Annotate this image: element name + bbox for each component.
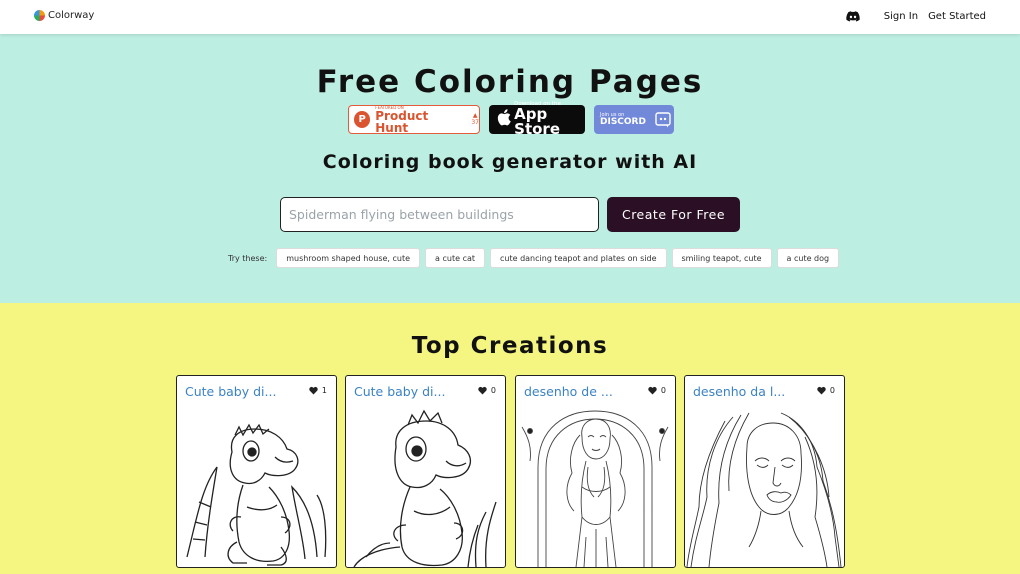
suggestions-row: Try these: mushroom shaped house, cute a… (228, 248, 840, 268)
card-title[interactable]: Cute baby di... (185, 384, 276, 399)
page-title: Free Coloring Pages (316, 64, 704, 100)
coloring-page-image (521, 410, 669, 567)
top-creations-section: Top Creations Cute baby di... 1 Cute bab… (0, 303, 1020, 574)
suggestion-chip[interactable]: a cute dog (776, 248, 840, 268)
discord-big: DISCORD (600, 116, 646, 127)
suggestion-chip[interactable]: cute dancing teapot and plates on side (490, 248, 667, 268)
product-hunt-votes: 37 (471, 118, 479, 126)
card-title[interactable]: desenho de ... (524, 384, 613, 399)
card-likes[interactable]: 1 (309, 386, 327, 395)
product-hunt-big: Product Hunt (375, 108, 429, 135)
sign-in-link[interactable]: Sign In (884, 11, 918, 22)
card-title[interactable]: Cute baby di... (354, 384, 445, 399)
app-store-big: App Store (514, 105, 561, 139)
badge-row: P FEATURED ON Product Hunt ▲ 37 Download… (348, 101, 674, 139)
suggestion-chip[interactable]: smiling teapot, cute (671, 248, 772, 268)
like-count: 0 (660, 386, 666, 395)
heart-icon[interactable] (817, 386, 826, 395)
creation-card[interactable]: Cute baby di... 0 (345, 375, 506, 568)
product-hunt-badge[interactable]: P FEATURED ON Product Hunt ▲ 37 (348, 105, 480, 134)
brand[interactable]: Colorway (34, 10, 94, 21)
section-title: Top Creations (411, 333, 609, 359)
hero-section: Free Coloring Pages P FEATURED ON Produc… (0, 34, 1020, 303)
hero-subtitle: Coloring book generator with AI (322, 151, 698, 173)
suggestion-chip[interactable]: mushroom shaped house, cute (276, 248, 421, 268)
brand-name: Colorway (48, 10, 95, 21)
like-count: 0 (829, 386, 835, 395)
creation-card[interactable]: desenho de ... 0 (515, 375, 676, 568)
apple-icon (496, 108, 511, 131)
like-count: 1 (321, 386, 327, 395)
card-likes[interactable]: 0 (648, 386, 666, 395)
discord-badge[interactable]: Join us on DISCORD (594, 105, 674, 134)
creation-card[interactable]: desenho da l... 0 (684, 375, 845, 568)
heart-icon[interactable] (309, 386, 318, 395)
suggestion-chip[interactable]: a cute cat (425, 248, 485, 268)
nav-right: Sign In Get Started (846, 9, 986, 23)
create-for-free-button[interactable]: Create For Free (607, 197, 740, 232)
get-started-link[interactable]: Get Started (928, 11, 986, 22)
card-title[interactable]: desenho da l... (693, 384, 785, 399)
discord-icon[interactable] (846, 9, 860, 23)
like-count: 0 (490, 386, 496, 395)
coloring-page-image (686, 412, 842, 567)
card-likes[interactable]: 0 (478, 386, 496, 395)
coloring-page-image (186, 423, 327, 566)
top-nav: Colorway Sign In Get Started (0, 0, 1020, 34)
discord-badge-icon (655, 111, 671, 128)
app-store-badge[interactable]: Download on the App Store (489, 101, 585, 139)
product-hunt-icon: P (354, 111, 371, 128)
prompt-input[interactable] (280, 197, 599, 232)
heart-icon[interactable] (648, 386, 657, 395)
colorway-logo-icon (34, 10, 45, 21)
try-these-label: Try these: (228, 253, 268, 263)
heart-icon[interactable] (478, 386, 487, 395)
coloring-page-image (353, 409, 497, 567)
card-likes[interactable]: 0 (817, 386, 835, 395)
creation-card[interactable]: Cute baby di... 1 (176, 375, 337, 568)
